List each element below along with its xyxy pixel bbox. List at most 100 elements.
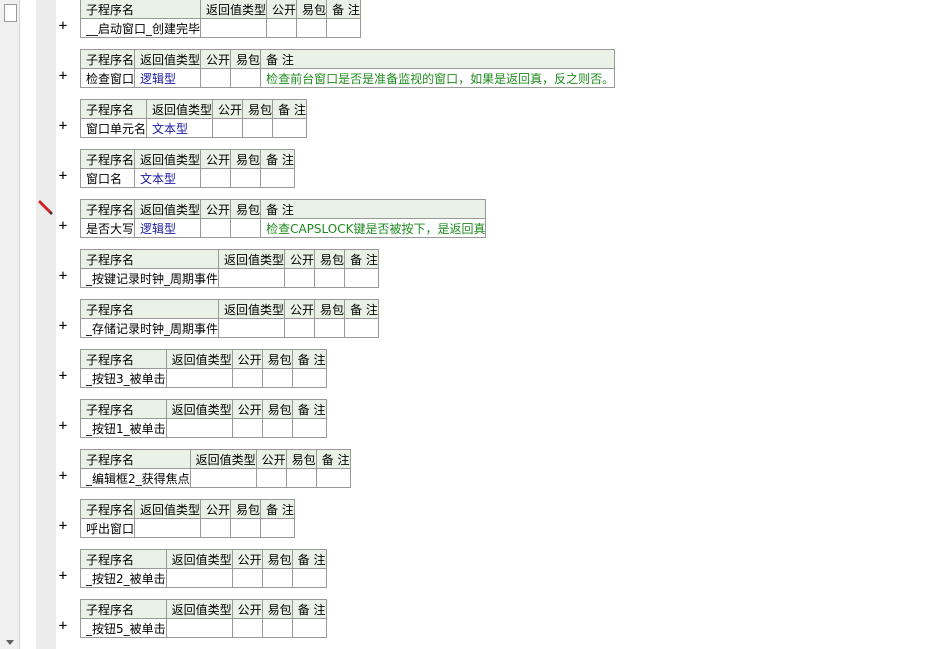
col-header-easy-package: 易包 [261,549,293,569]
expand-button[interactable]: + [57,169,69,183]
public-cell[interactable] [284,268,316,288]
expand-button[interactable]: + [57,569,69,583]
expand-button[interactable]: + [57,619,69,633]
col-header-easy-package: 易包 [285,449,317,469]
col-header-note: 备 注 [326,0,361,19]
easy-package-cell[interactable] [261,568,293,588]
sub-name-cell[interactable]: 是否大写 [79,218,136,238]
col-header-name: 子程序名 [80,349,167,369]
vertical-scrollbar[interactable] [0,0,20,649]
expand-button[interactable]: + [57,369,69,383]
easy-package-cell[interactable] [230,168,262,188]
sub-name-cell[interactable]: _按钮1_被单击 [80,418,167,438]
note-cell[interactable] [344,268,379,288]
note-cell[interactable] [260,518,295,538]
public-cell[interactable] [200,518,232,538]
return-type-cell[interactable] [189,468,257,488]
easy-package-cell[interactable] [285,468,317,488]
col-header-easy-package: 易包 [242,99,274,119]
sub-name-cell[interactable]: _按钮3_被单击 [80,368,167,388]
sub-name-cell[interactable]: 检查窗口 [79,68,136,88]
public-cell[interactable] [200,168,232,188]
return-type-cell[interactable] [165,618,233,638]
col-header-easy-package: 易包 [261,349,293,369]
sub-name-cell[interactable]: 窗口名 [79,168,136,188]
expand-button[interactable]: + [57,119,69,133]
col-header-easy-package: 易包 [230,49,262,69]
public-cell[interactable] [231,418,263,438]
sub-name-cell[interactable]: _按钮2_被单击 [80,568,167,588]
public-cell[interactable] [200,68,232,88]
expand-button[interactable]: + [57,19,69,33]
col-header-name: 子程序名 [80,599,167,619]
subroutine-table: 子程序名 返回值类型 公开 易包 备 注 呼出窗口 [79,499,295,538]
return-type-cell[interactable] [165,368,233,388]
note-cell[interactable] [291,618,327,638]
return-type-cell[interactable]: 文本型 [134,168,202,188]
sub-name-cell[interactable]: __启动窗口_创建完毕 [79,18,202,38]
col-header-name: 子程序名 [79,199,136,219]
public-cell[interactable] [200,218,232,238]
col-header-easy-package: 易包 [314,299,346,319]
easy-package-cell[interactable] [261,418,293,438]
public-cell[interactable] [284,318,316,338]
note-cell[interactable] [315,468,351,488]
public-cell[interactable] [212,118,244,138]
sub-name-cell[interactable]: _按键记录时钟_周期事件 [79,268,220,288]
return-type-cell[interactable] [165,568,233,588]
col-header-note: 备 注 [260,49,616,69]
sub-name-cell[interactable]: 窗口单元名 [79,118,148,138]
col-header-return-type: 返回值类型 [165,549,233,569]
note-cell[interactable] [291,368,327,388]
scrollbar-thumb[interactable] [4,4,17,22]
return-type-cell[interactable] [165,418,233,438]
col-header-easy-package: 易包 [314,249,346,269]
col-header-easy-package: 易包 [230,199,262,219]
easy-package-cell[interactable] [296,18,328,38]
return-type-cell[interactable]: 逻辑型 [134,218,202,238]
easy-package-cell[interactable] [261,618,293,638]
sub-name-cell[interactable]: _按钮5_被单击 [80,618,167,638]
expand-button[interactable]: + [57,319,69,333]
easy-package-cell[interactable] [261,368,293,388]
note-cell[interactable] [260,168,295,188]
expand-button[interactable]: + [57,269,69,283]
easy-package-cell[interactable] [242,118,274,138]
sub-name-cell[interactable]: _存储记录时钟_周期事件 [79,318,220,338]
scroll-down-arrow-icon[interactable] [6,640,14,645]
sub-name-cell[interactable]: _编辑框2_获得焦点 [80,468,191,488]
public-cell[interactable] [231,618,263,638]
return-type-cell[interactable] [200,18,268,38]
easy-package-cell[interactable] [314,268,346,288]
public-cell[interactable] [255,468,287,488]
sub-name-cell[interactable]: 呼出窗口 [79,518,136,538]
note-cell[interactable] [291,418,327,438]
note-cell[interactable]: 检查前台窗口是否是准备监视的窗口，如果是返回真，反之则否。 [260,68,616,88]
expand-button[interactable]: + [57,219,69,233]
public-cell[interactable] [231,568,263,588]
return-type-cell[interactable] [134,518,202,538]
col-header-note: 备 注 [291,349,327,369]
note-cell[interactable] [272,118,307,138]
note-cell[interactable] [326,18,361,38]
return-type-cell[interactable] [218,318,286,338]
public-cell[interactable] [231,368,263,388]
easy-package-cell[interactable] [230,68,262,88]
easy-package-cell[interactable] [230,218,262,238]
public-cell[interactable] [266,18,298,38]
note-cell[interactable] [344,318,379,338]
return-type-cell[interactable] [218,268,286,288]
note-cell[interactable]: 检查CAPSLOCK键是否被按下，是返回真 [260,218,487,238]
easy-package-cell[interactable] [314,318,346,338]
return-type-cell[interactable]: 逻辑型 [134,68,202,88]
col-header-name: 子程序名 [79,99,148,119]
expand-button[interactable]: + [57,469,69,483]
subroutine-table: 子程序名 返回值类型 公开 易包 备 注 窗口单元名 文本型 [79,99,307,138]
easy-package-cell[interactable] [230,518,262,538]
expand-button[interactable]: + [57,519,69,533]
subroutine-table: 子程序名 返回值类型 公开 易包 备 注 __启动窗口_创建完毕 [79,0,361,38]
expand-button[interactable]: + [57,69,69,83]
note-cell[interactable] [291,568,327,588]
return-type-cell[interactable]: 文本型 [146,118,214,138]
expand-button[interactable]: + [57,419,69,433]
